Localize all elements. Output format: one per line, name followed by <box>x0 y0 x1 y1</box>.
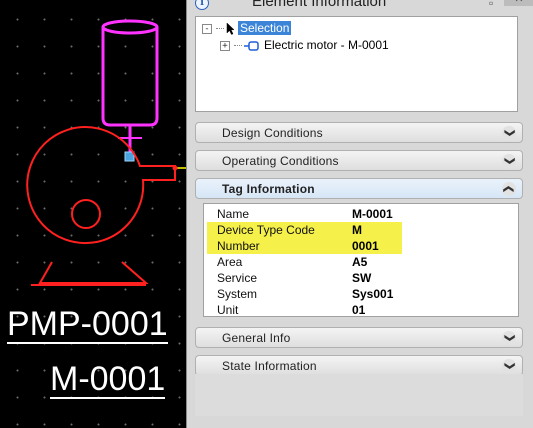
property-value[interactable]: M-0001 <box>352 206 393 222</box>
motor-icon <box>244 41 259 51</box>
property-name: Device Type Code <box>217 223 315 237</box>
pump-base <box>38 261 149 284</box>
info-icon: i <box>195 0 209 10</box>
motor-top-cap <box>101 19 159 35</box>
panel-titlebar[interactable]: i Element Information ▫ ✕ <box>187 0 533 13</box>
section-label: General Info <box>222 331 291 345</box>
close-button[interactable]: ✕ <box>504 0 533 6</box>
property-name: Name <box>217 207 250 221</box>
pipe-endpoint <box>172 165 178 171</box>
tree-label-selection[interactable]: Selection <box>238 21 292 35</box>
property-name: Unit <box>217 303 239 317</box>
property-value[interactable]: 01 <box>352 302 365 318</box>
expand-icon[interactable]: + <box>220 40 230 51</box>
property-row[interactable]: Device Type Code M <box>204 222 518 238</box>
tree-line <box>216 28 224 30</box>
pump-impeller <box>71 199 101 229</box>
property-value[interactable]: A5 <box>352 254 367 270</box>
section-state-information[interactable]: State Information ❯ <box>195 355 523 376</box>
property-value[interactable]: M <box>352 222 362 238</box>
tree-node-selection[interactable]: - Selection <box>202 21 292 36</box>
section-label: Operating Conditions <box>222 154 339 168</box>
tree-line <box>234 45 242 47</box>
chevron-down-icon[interactable]: ❯ <box>502 359 516 373</box>
property-name: Area <box>217 255 243 269</box>
chevron-down-icon[interactable]: ❯ <box>502 126 516 140</box>
section-general-info[interactable]: General Info ❯ <box>195 327 523 348</box>
chevron-down-icon[interactable]: ❯ <box>502 331 516 345</box>
property-row[interactable]: Number 0001 <box>204 238 518 254</box>
section-tag-information[interactable]: Tag Information ❯ <box>195 178 523 199</box>
tree-node-electric-motor[interactable]: + Electric motor - M-0001 <box>220 38 389 52</box>
property-row[interactable]: Area A5 <box>204 254 518 270</box>
property-row[interactable]: Service SW <box>204 270 518 286</box>
section-label: Tag Information <box>222 182 315 196</box>
property-value[interactable]: SW <box>352 270 371 286</box>
panel-title: Element Information <box>252 0 387 10</box>
property-row[interactable]: Name M-0001 <box>204 206 518 222</box>
collapse-icon[interactable]: - <box>202 23 212 34</box>
section-label: Design Conditions <box>222 126 323 140</box>
pin-icon[interactable]: ▫ <box>489 0 493 10</box>
cursor-icon <box>226 22 235 36</box>
tree-label-electric-motor[interactable]: Electric motor - M-0001 <box>264 38 389 52</box>
panel-empty-area <box>195 374 523 416</box>
tag-properties-table: Name M-0001 Device Type Code M Number 00… <box>203 203 519 317</box>
element-information-panel: i Element Information ▫ ✕ - Selection + El… <box>186 0 533 428</box>
chevron-up-icon[interactable]: ❯ <box>502 182 516 196</box>
property-row[interactable]: Unit 01 <box>204 302 518 318</box>
property-name: System <box>217 287 258 301</box>
chevron-down-icon[interactable]: ❯ <box>502 154 516 168</box>
property-name: Service <box>217 271 258 285</box>
property-name: Number <box>217 239 260 253</box>
pump-casing <box>26 126 176 245</box>
section-label: State Information <box>222 359 317 373</box>
section-operating-conditions[interactable]: Operating Conditions ❯ <box>195 150 523 171</box>
section-design-conditions[interactable]: Design Conditions ❯ <box>195 122 523 143</box>
pump-symbol[interactable] <box>26 126 176 286</box>
motor-body <box>101 27 159 127</box>
motor-tag-label: M-0001 <box>50 360 166 399</box>
property-value[interactable]: Sys001 <box>352 286 393 302</box>
property-value[interactable]: 0001 <box>352 238 379 254</box>
selection-tree[interactable]: - Selection + Electric motor - M-0001 <box>195 16 518 112</box>
property-row[interactable]: System Sys001 <box>204 286 518 302</box>
pump-tag-label: PMP-0001 <box>7 305 168 344</box>
